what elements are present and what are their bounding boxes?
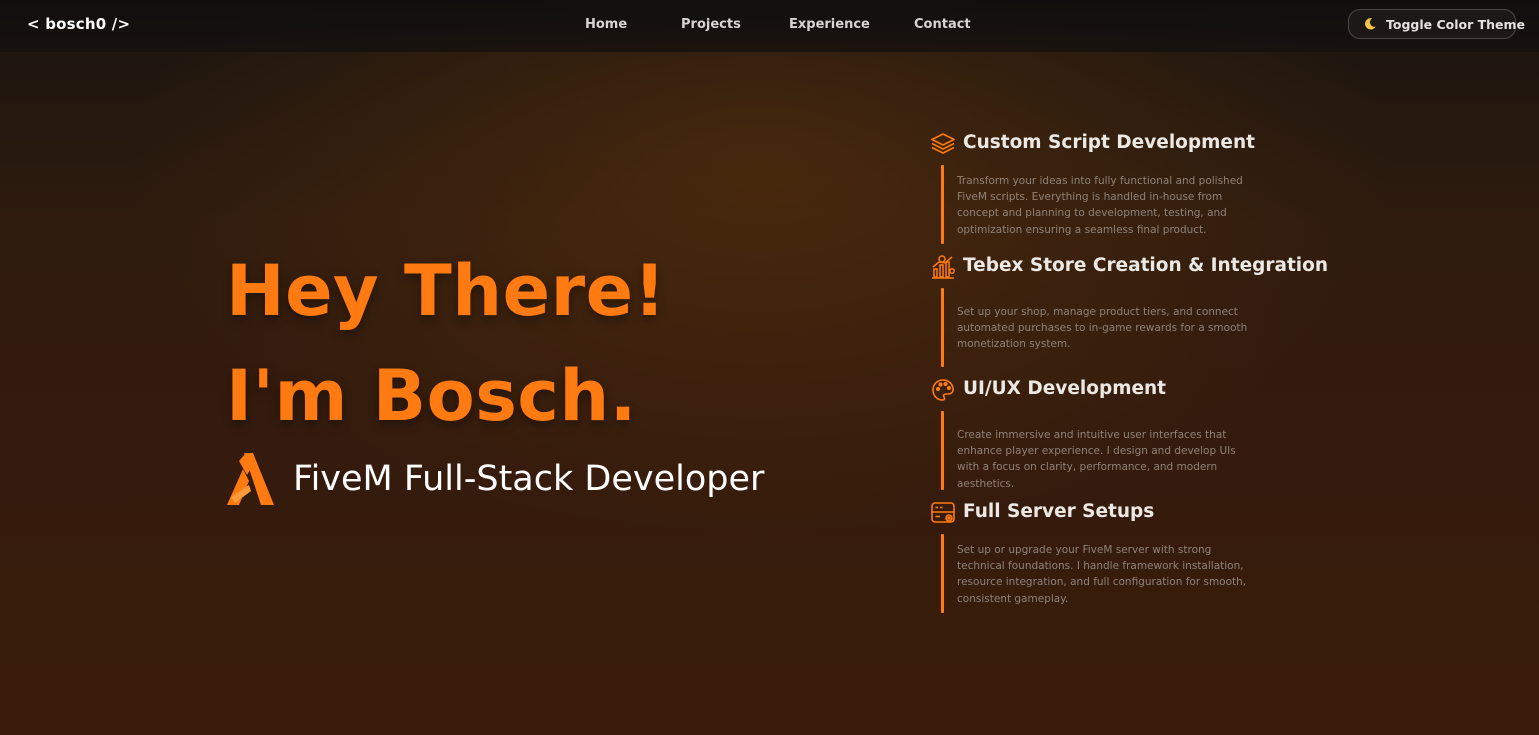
- service-title: UI/UX Development: [963, 378, 1167, 399]
- service-accent-bar: [941, 534, 944, 613]
- service-title: Full Server Setups: [963, 501, 1155, 522]
- moon-icon: [1365, 18, 1376, 30]
- hero-name: I'm Bosch.: [226, 355, 637, 437]
- service-description: Set up your shop, manage product tiers, …: [957, 306, 1248, 351]
- service-accent-bar: [941, 411, 944, 490]
- store-chart-icon: [932, 255, 955, 279]
- nav-experience-link[interactable]: Experience: [789, 17, 870, 32]
- service-description: Set up or upgrade your FiveM server with…: [957, 544, 1247, 605]
- main-nav: Home Projects Experience Contact: [0, 17, 1539, 37]
- top-navbar: < bosch0 /> Home Projects Experience Con…: [0, 0, 1539, 52]
- hero-role: FiveM Full-Stack Developer: [293, 459, 765, 499]
- nav-projects-link[interactable]: Projects: [681, 17, 741, 32]
- service-accent-bar: [941, 288, 944, 367]
- server-settings-icon: [931, 502, 955, 523]
- service-title: Custom Script Development: [963, 132, 1255, 153]
- fivem-logo-icon: [227, 453, 274, 505]
- service-accent-bar: [941, 165, 944, 244]
- service-description: Transform your ideas into fully function…: [957, 175, 1243, 236]
- hero-greeting: Hey There!: [226, 250, 667, 332]
- nav-home-link[interactable]: Home: [585, 17, 627, 32]
- toggle-theme-label: Toggle Color Theme: [1386, 17, 1526, 32]
- toggle-theme-button[interactable]: Toggle Color Theme: [1348, 9, 1525, 39]
- palette-icon: [932, 379, 954, 401]
- service-description: Create immersive and intuitive user inte…: [957, 429, 1236, 490]
- layers-icon: [931, 133, 955, 154]
- nav-contact-link[interactable]: Contact: [914, 17, 971, 32]
- service-title: Tebex Store Creation & Integration: [963, 255, 1329, 276]
